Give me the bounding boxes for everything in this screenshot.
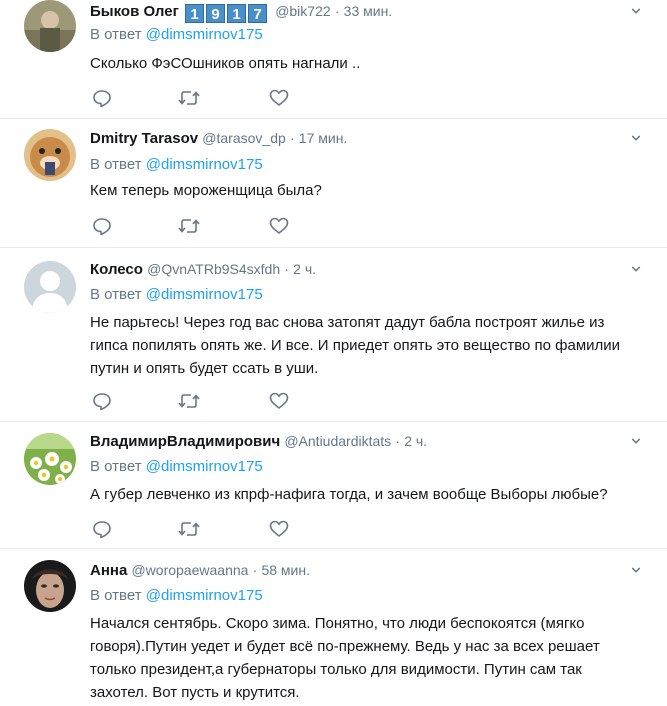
reply-prefix: В ответ	[90, 26, 142, 43]
avatar[interactable]	[24, 261, 76, 313]
author-name[interactable]: Быков Олег	[90, 3, 179, 20]
retweet-icon[interactable]	[178, 216, 200, 236]
like-icon[interactable]	[269, 519, 289, 539]
author-handle[interactable]: @bik722	[275, 3, 330, 19]
author-handle[interactable]: @tarasov_dp	[202, 130, 285, 146]
chevron-down-icon[interactable]	[631, 6, 641, 16]
retweet-icon[interactable]	[178, 519, 200, 539]
tweet-text-line: А губер левченко из кпрф-нафига тогда, и…	[90, 486, 608, 503]
author-name[interactable]: ВладимирВладимирович	[90, 433, 280, 450]
reply-icon[interactable]	[92, 88, 112, 108]
tweet-text-line: Кем теперь мороженщица была?	[90, 182, 322, 199]
tweet-text: Кем теперь мороженщица была?	[90, 179, 637, 202]
chevron-down-icon[interactable]	[631, 264, 641, 274]
author-name[interactable]: Колесо	[90, 261, 143, 278]
chevron-down-icon[interactable]	[631, 565, 641, 575]
reply-icon[interactable]	[92, 519, 112, 539]
flag-badges: 1917	[185, 4, 269, 25]
tweet-text: Не парьтесь! Через год вас снова затопят…	[90, 311, 637, 380]
reply-icon[interactable]	[92, 216, 112, 236]
reply-prefix: В ответ	[90, 458, 142, 475]
chevron-down-icon[interactable]	[631, 436, 641, 446]
tweet-text-line: Сколько ФэСОшников опять нагнали ..	[90, 55, 361, 72]
reply-context: В ответ @dimsmirnov175	[90, 586, 263, 606]
tweet-text: Сколько ФэСОшников опять нагнали ..	[90, 52, 637, 75]
tweet[interactable]: Dmitry Tarasov @tarasov_dp · 17 мин. В о…	[0, 119, 667, 248]
badge: 7	[248, 4, 268, 23]
tweet[interactable]: Колесо @QvnATRb9S4sxfdh · 2 ч. В ответ @…	[0, 248, 667, 422]
reply-prefix: В ответ	[90, 286, 142, 303]
chevron-down-icon[interactable]	[631, 133, 641, 143]
reply-context: В ответ @dimsmirnov175	[90, 155, 263, 175]
reply-mention-link[interactable]: @dimsmirnov175	[146, 286, 263, 303]
reply-mention-link[interactable]: @dimsmirnov175	[146, 458, 263, 475]
reply-context: В ответ @dimsmirnov175	[90, 457, 263, 477]
timestamp[interactable]: 2 ч.	[293, 261, 316, 277]
tweet-text-line: только президент,а губернаторы только дл…	[90, 661, 582, 678]
separator-dot: ·	[395, 433, 401, 449]
badge: 9	[206, 4, 226, 23]
retweet-icon[interactable]	[178, 391, 200, 411]
reply-mention-link[interactable]: @dimsmirnov175	[146, 587, 263, 604]
avatar[interactable]	[24, 560, 76, 612]
reply-mention-link[interactable]: @dimsmirnov175	[146, 26, 263, 43]
badge: 1	[185, 4, 205, 23]
reply-context: В ответ @dimsmirnov175	[90, 25, 263, 45]
separator-dot: ·	[284, 261, 289, 277]
author-handle[interactable]: @woropaewaanna	[131, 562, 248, 578]
timestamp[interactable]: 58 мин.	[261, 562, 310, 578]
timestamp[interactable]: 33 мин.	[344, 3, 393, 19]
like-icon[interactable]	[269, 391, 289, 411]
author-name[interactable]: Анна	[90, 562, 127, 579]
tweet-text: Начался сентябрь. Скоро зима. Понятно, ч…	[90, 612, 637, 704]
timestamp[interactable]: 2 ч.	[404, 433, 427, 449]
tweet[interactable]: Анна @woropaewaanna · 58 мин. В ответ @d…	[0, 549, 667, 706]
reply-context: В ответ @dimsmirnov175	[90, 285, 263, 305]
author-name[interactable]: Dmitry Tarasov	[90, 130, 198, 147]
tweet[interactable]: ВладимирВладимирович @Antiudardiktats · …	[0, 422, 667, 549]
tweet-text-line: захотел. Вот пусть и крутится.	[90, 684, 300, 701]
timestamp[interactable]: 17 мин.	[299, 130, 348, 146]
reply-icon[interactable]	[92, 391, 112, 411]
avatar[interactable]	[24, 129, 76, 181]
reply-prefix: В ответ	[90, 587, 142, 604]
author-handle[interactable]: @Antiudardiktats	[284, 433, 391, 449]
badge: 1	[227, 4, 247, 23]
tweet-text-line: Не парьтесь! Через год вас снова затопят…	[90, 314, 605, 331]
separator-dot: ·	[252, 562, 258, 578]
tweet-text: А губер левченко из кпрф-нафига тогда, и…	[90, 483, 637, 506]
tweet-text-line: путин и опять будет ссать в уши.	[90, 360, 319, 377]
tweet-text-line: гипса попилять опять же. И все. И приеде…	[90, 337, 621, 354]
author-handle[interactable]: @QvnATRb9S4sxfdh	[147, 261, 280, 277]
tweet-text-line: Начался сентябрь. Скоро зима. Понятно, ч…	[90, 615, 585, 632]
like-icon[interactable]	[269, 88, 289, 108]
reply-mention-link[interactable]: @dimsmirnov175	[146, 156, 263, 173]
avatar[interactable]	[24, 0, 76, 52]
separator-dot: ·	[334, 3, 340, 19]
tweet-text-line: говоря).Путин уедет и будет всё по-прежн…	[90, 638, 600, 655]
like-icon[interactable]	[269, 216, 289, 236]
avatar[interactable]	[24, 433, 76, 485]
tweet[interactable]: Быков Олег 1917 @bik722 · 33 мин. В отве…	[0, 0, 667, 119]
reply-prefix: В ответ	[90, 156, 142, 173]
separator-dot: ·	[289, 130, 295, 146]
retweet-icon[interactable]	[178, 88, 200, 108]
